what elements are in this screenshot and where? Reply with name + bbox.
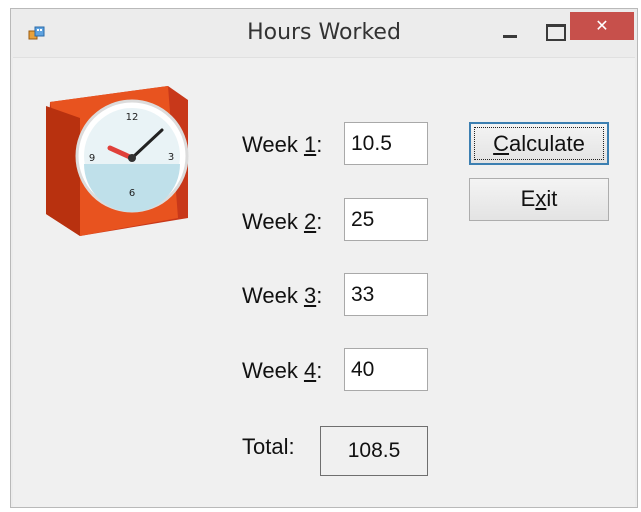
week1-input[interactable]: 10.5 <box>344 122 428 165</box>
total-label: Total: <box>242 434 295 459</box>
week2-label: Week 2: <box>242 209 323 234</box>
maximize-button[interactable] <box>535 15 573 45</box>
week1-label: Week 1: <box>242 132 323 157</box>
svg-text:3: 3 <box>168 152 174 163</box>
week4-input[interactable]: 40 <box>344 348 428 391</box>
exit-button[interactable]: Exit <box>469 178 609 221</box>
calculate-button[interactable]: Calculate <box>469 122 609 165</box>
svg-text:12: 12 <box>126 112 139 123</box>
focus-rectangle <box>474 127 604 160</box>
week4-label: Week 4: <box>242 358 323 383</box>
week2-input[interactable]: 25 <box>344 198 428 241</box>
svg-text:6: 6 <box>129 188 135 199</box>
total-output: 108.5 <box>320 426 428 476</box>
close-icon: ✕ <box>595 16 609 35</box>
close-button[interactable]: ✕ <box>570 12 634 40</box>
app-window: Hours Worked ✕ 12 3 9 6 Week 1: 10.5 Wee… <box>10 8 638 508</box>
form-client-area: 12 3 9 6 Week 1: 10.5 Week 2: 25 Week 3:… <box>13 57 635 507</box>
alarm-clock-icon: 12 3 9 6 <box>46 86 189 236</box>
week3-label: Week 3: <box>242 283 323 308</box>
minimize-button[interactable] <box>491 15 531 47</box>
week3-input[interactable]: 33 <box>344 273 428 316</box>
svg-text:9: 9 <box>89 153 95 164</box>
title-bar[interactable]: Hours Worked ✕ <box>11 9 637 57</box>
form-app-icon[interactable] <box>28 25 46 43</box>
